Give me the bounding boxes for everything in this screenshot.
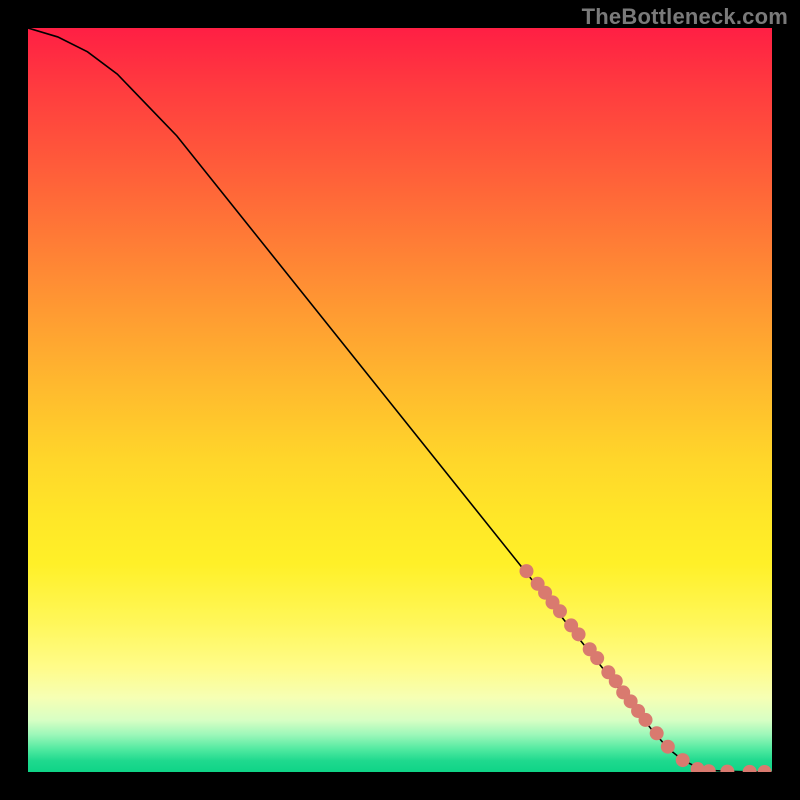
data-point <box>601 665 615 679</box>
data-point <box>702 764 716 772</box>
data-point <box>519 564 533 578</box>
data-point <box>639 713 653 727</box>
watermark-label: TheBottleneck.com <box>582 4 788 30</box>
data-point <box>661 740 675 754</box>
data-point <box>583 642 597 656</box>
plot-area <box>28 28 772 772</box>
data-point <box>743 765 757 772</box>
bottleneck-curve <box>28 28 772 772</box>
chart-overlay <box>28 28 772 772</box>
data-point <box>650 726 664 740</box>
data-point <box>676 753 690 767</box>
data-point <box>616 685 630 699</box>
data-point <box>590 651 604 665</box>
data-point <box>758 765 772 772</box>
data-point <box>691 762 705 772</box>
data-point <box>531 577 545 591</box>
data-point <box>553 604 567 618</box>
data-point <box>624 694 638 708</box>
data-point <box>631 704 645 718</box>
chart-container: TheBottleneck.com <box>0 0 800 800</box>
data-point <box>538 586 552 600</box>
data-point-group <box>519 564 771 772</box>
data-point <box>609 674 623 688</box>
data-point <box>546 595 560 609</box>
data-point <box>564 618 578 632</box>
data-point <box>572 627 586 641</box>
data-point <box>720 765 734 772</box>
